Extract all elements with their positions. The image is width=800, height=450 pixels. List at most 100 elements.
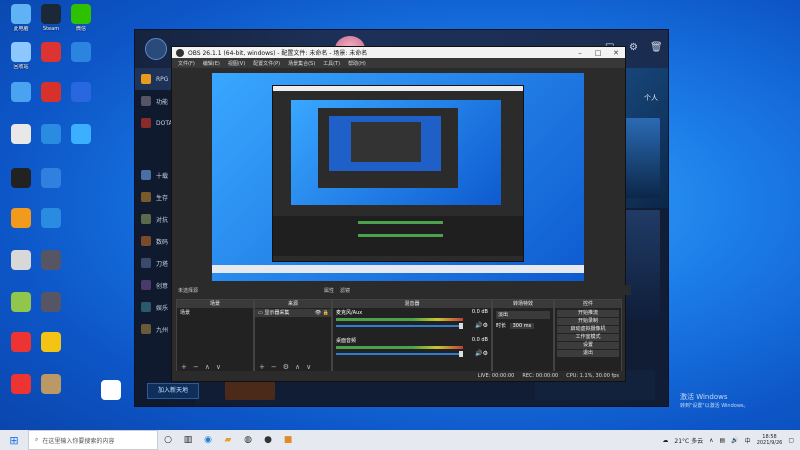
settings-icon[interactable]: ⚙ xyxy=(629,42,638,53)
edge-icon[interactable]: ◉ xyxy=(198,435,218,445)
launch-button[interactable]: 加入新天地 xyxy=(147,383,199,399)
desktop-shortcut[interactable] xyxy=(32,168,70,190)
menu-item[interactable]: 场景集合(S) xyxy=(288,60,315,67)
category-icon xyxy=(141,302,151,312)
sidebar-item-label: 生存 xyxy=(156,194,169,202)
exit-button[interactable]: 退出 xyxy=(557,350,619,357)
mute-gear-icon[interactable]: 🔊⚙ xyxy=(475,350,488,357)
start-streaming-button[interactable]: 开始推流 xyxy=(557,310,619,317)
close-icon[interactable]: ✕ xyxy=(607,49,625,57)
desktop-shortcut[interactable] xyxy=(62,82,100,104)
menu-item[interactable]: 工具(T) xyxy=(323,60,340,67)
search-icon: ⌕ xyxy=(35,436,39,443)
app-icon xyxy=(41,42,61,62)
volume-slider[interactable] xyxy=(336,323,463,329)
category-icon xyxy=(141,118,151,128)
app-icon xyxy=(41,208,61,228)
file-explorer-icon[interactable]: ▰ xyxy=(218,435,238,445)
studio-mode-button[interactable]: 工作室模式 xyxy=(557,334,619,341)
desktop-shortcut[interactable] xyxy=(32,374,70,396)
app-icon xyxy=(41,4,61,24)
virtual-camera-button[interactable]: 启动虚拟摄像机 xyxy=(557,326,619,333)
obs-taskbar-icon[interactable]: ● xyxy=(258,435,278,445)
widgets-icon[interactable]: ▥ xyxy=(178,435,198,445)
sources-title: 来源 xyxy=(255,300,331,308)
menu-item[interactable]: 编辑(E) xyxy=(203,60,220,67)
task-view-icon[interactable]: ○ xyxy=(158,435,178,445)
banner-badge: 个人 xyxy=(644,94,658,102)
app-icon xyxy=(71,124,91,144)
volume-slider[interactable] xyxy=(336,351,463,357)
sidebar-item-label: 十载 xyxy=(156,172,169,180)
rec-status: REC: 00:00:00 xyxy=(522,373,559,379)
desktop-shortcut[interactable] xyxy=(32,250,70,272)
remove-icon[interactable]: − xyxy=(193,363,199,371)
mute-gear-icon[interactable]: 🔊⚙ xyxy=(475,322,488,329)
desktop-shortcut[interactable] xyxy=(92,380,130,402)
settings-button[interactable]: 设置 xyxy=(557,342,619,349)
taskbar-search[interactable]: ⌕ 在这里输入你要搜索的内容 xyxy=(28,430,158,450)
menu-item[interactable]: 文件(F) xyxy=(178,60,195,67)
duration-input[interactable]: 300 ms xyxy=(509,323,535,329)
notification-icon[interactable]: ▢ xyxy=(788,437,794,444)
trash-icon[interactable]: 🗑 xyxy=(650,42,663,53)
taskbar: ⊞ ⌕ 在这里输入你要搜索的内容 ○ ▥ ◉ ▰ ◍ ● ■ ☁ 21°C 多云… xyxy=(0,430,800,450)
down-icon[interactable]: ∨ xyxy=(216,363,221,371)
clock[interactable]: 18:58 2021/9/26 xyxy=(757,434,783,446)
gear-icon[interactable]: ⚙ xyxy=(283,363,289,371)
transition-select[interactable]: 淡出 xyxy=(496,311,550,319)
app-icon xyxy=(11,4,31,24)
source-item[interactable]: ▭ 显示器采集 👁 🔒 xyxy=(255,309,331,317)
up-icon[interactable]: ∧ xyxy=(205,363,210,371)
chevron-up-icon[interactable]: ∧ xyxy=(709,437,713,444)
obs-statusbar: LIVE: 00:00:00 REC: 00:00:00 CPU: 1.1%, … xyxy=(172,371,625,381)
system-tray: ☁ 21°C 多云 ∧ ▤ 🔊 中 18:58 2021/9/26 ▢ xyxy=(662,434,800,446)
visibility-icon[interactable]: 👁 🔒 xyxy=(315,309,331,317)
desktop-shortcut[interactable] xyxy=(32,208,70,230)
add-icon[interactable]: + xyxy=(259,363,265,371)
sidebar-item-label: RPG xyxy=(156,75,169,83)
remove-icon[interactable]: − xyxy=(271,363,277,371)
down-icon[interactable]: ∨ xyxy=(306,363,311,371)
obs-preview[interactable] xyxy=(212,73,584,281)
app-icon xyxy=(41,82,61,102)
sidebar-item-label: 九州 xyxy=(156,326,169,334)
start-recording-button[interactable]: 开始录制 xyxy=(557,318,619,325)
maximize-icon[interactable]: □ xyxy=(589,49,607,57)
launcher-taskbar-icon[interactable]: ■ xyxy=(278,435,298,445)
volume-meter xyxy=(336,346,463,349)
transitions-title: 转场特效 xyxy=(493,300,553,308)
filters-button[interactable]: 滤镜 xyxy=(340,287,350,294)
app-icon xyxy=(71,42,91,62)
windows-start-icon[interactable]: ⊞ xyxy=(0,434,28,447)
watermark-title: 激活 Windows xyxy=(680,393,728,401)
desktop-shortcut[interactable]: 微信 xyxy=(62,4,100,32)
desktop-shortcut[interactable] xyxy=(62,42,100,64)
activation-watermark: 激活 Windows 转到"设置"以激活 Windows。 xyxy=(680,393,749,411)
menu-item[interactable]: 配置文件(P) xyxy=(253,60,280,67)
menu-item[interactable]: 视图(V) xyxy=(228,60,245,67)
minimize-icon[interactable]: – xyxy=(571,49,589,57)
desktop-shortcut[interactable] xyxy=(62,124,100,146)
app-icon xyxy=(11,82,31,102)
add-icon[interactable]: + xyxy=(181,363,187,371)
ime-icon[interactable]: 中 xyxy=(745,436,751,445)
desktop-shortcut[interactable] xyxy=(32,292,70,314)
menu-item[interactable]: 帮助(H) xyxy=(348,60,366,67)
category-icon xyxy=(141,96,151,106)
up-icon[interactable]: ∧ xyxy=(295,363,300,371)
source-label: 显示器采集 xyxy=(264,310,290,316)
desktop-shortcut[interactable] xyxy=(32,332,70,354)
network-icon[interactable]: ▤ xyxy=(720,437,726,444)
app-icon xyxy=(41,292,61,312)
weather-icon[interactable]: ☁ xyxy=(662,437,668,444)
scene-item[interactable]: 场景 xyxy=(177,309,253,317)
weather-text[interactable]: 21°C 多云 xyxy=(674,436,703,445)
volume-icon[interactable]: 🔊 xyxy=(731,437,738,444)
properties-button[interactable]: 属性 xyxy=(324,287,334,294)
steam-icon[interactable]: ◍ xyxy=(238,435,258,445)
app-icon xyxy=(11,250,31,270)
obs-window: OBS 26.1.1 (64-bit, windows) - 配置文件: 未命名… xyxy=(171,46,631,382)
app-icon xyxy=(11,42,31,62)
app-icon xyxy=(71,82,91,102)
